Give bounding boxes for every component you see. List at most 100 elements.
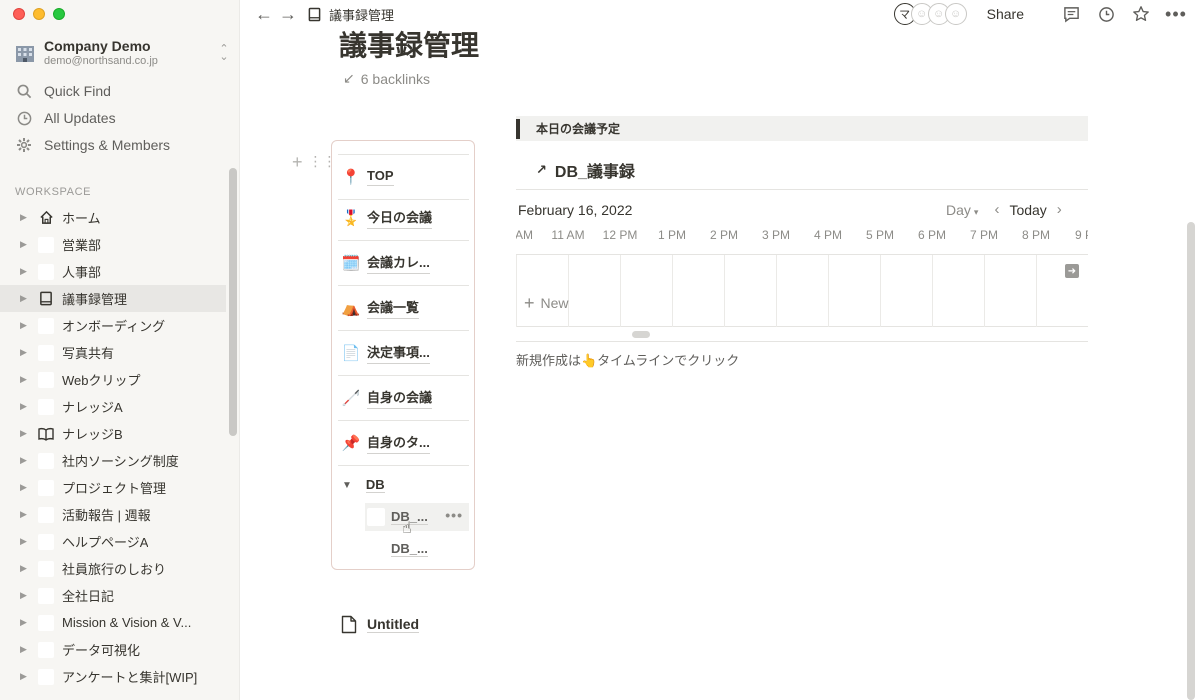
sidebar-item-dataviz[interactable]: ▶ データ可視化: [0, 636, 226, 663]
share-button[interactable]: Share: [987, 6, 1024, 22]
toc-subitem-db[interactable]: DB_... •••: [365, 503, 469, 531]
arrow-right-icon[interactable]: ➜: [1065, 264, 1079, 278]
blank-page-icon: [38, 560, 54, 577]
caret-right-icon[interactable]: ▶: [20, 536, 30, 547]
caret-down-icon[interactable]: ▼: [342, 480, 352, 491]
breadcrumb[interactable]: 議事録管理: [308, 5, 394, 24]
pin-icon: 📍: [341, 169, 361, 186]
chevron-right-icon[interactable]: ›: [1057, 201, 1062, 218]
minimize-window-button[interactable]: [33, 8, 45, 20]
maximize-window-button[interactable]: [53, 8, 65, 20]
page-title[interactable]: 議事録管理: [339, 24, 479, 64]
timeline-grid[interactable]: [516, 254, 1088, 327]
more-options-icon[interactable]: •••: [445, 508, 463, 522]
toc-item-meeting-calendar[interactable]: 🗓️ 会議カレ...: [338, 241, 469, 286]
toc-subitem-db[interactable]: DB_...: [365, 535, 469, 563]
database-title-label: DB_議事録: [554, 164, 635, 181]
arrow-up-right-icon: ↗: [536, 162, 547, 177]
callout-text: 本日の会議予定: [536, 122, 621, 136]
back-arrow-icon[interactable]: ←: [252, 4, 276, 25]
caret-right-icon[interactable]: ▶: [20, 617, 30, 628]
sidebar-item-home[interactable]: ▶ ホーム: [0, 204, 226, 231]
caret-right-icon[interactable]: ▶: [20, 482, 30, 493]
sidebar-item-sales[interactable]: ▶ 営業部: [0, 231, 226, 258]
today-button[interactable]: Today: [1009, 202, 1046, 218]
new-item-button[interactable]: + New: [524, 294, 569, 312]
toc-item-my-tasks[interactable]: 📌 自身のタ...: [338, 421, 469, 466]
database-title[interactable]: ↗ DB_議事録: [536, 158, 635, 182]
history-clock-icon[interactable]: [1096, 4, 1116, 24]
forward-arrow-icon[interactable]: →: [276, 4, 300, 25]
plus-icon[interactable]: +: [292, 152, 303, 173]
more-options-icon[interactable]: •••: [1165, 4, 1186, 24]
toc-item-my-meetings[interactable]: 🦯 自身の会議: [338, 376, 469, 421]
caret-right-icon[interactable]: ▶: [20, 266, 30, 277]
caret-right-icon[interactable]: ▶: [20, 671, 30, 682]
sidebar: Company Demo demo@northsand.co.jp ⌃ ⌄ Qui…: [0, 0, 240, 700]
toc-item-today-meeting[interactable]: 🎖️ 今日の会議: [338, 196, 469, 241]
caret-right-icon[interactable]: ▶: [20, 374, 30, 385]
sidebar-item-onboarding[interactable]: ▶ オンボーディング: [0, 312, 226, 339]
sidebar-item-survey[interactable]: ▶ アンケートと集計[WIP]: [0, 663, 226, 690]
document-icon: 📄: [341, 345, 361, 362]
sidebar-item-diary[interactable]: ▶ 全社日記: [0, 582, 226, 609]
sidebar-item-label: Webクリップ: [62, 373, 141, 388]
sidebar-item-help[interactable]: ▶ ヘルプページA: [0, 528, 226, 555]
caret-right-icon[interactable]: ▶: [20, 347, 30, 358]
sidebar-item-knowledge-b[interactable]: ▶ ナレッジB: [0, 420, 226, 447]
view-dropdown[interactable]: Day ▾: [946, 202, 978, 218]
caret-right-icon[interactable]: ▶: [20, 320, 30, 331]
sidebar-item-projects[interactable]: ▶ プロジェクト管理: [0, 474, 226, 501]
caret-right-icon[interactable]: ▶: [20, 644, 30, 655]
sidebar-item-label: ナレッジA: [62, 400, 123, 415]
sidebar-item-reports[interactable]: ▶ 活動報告 | 週報: [0, 501, 226, 528]
sidebar-item-webclip[interactable]: ▶ Webクリップ: [0, 366, 226, 393]
toc-item-label: DB: [365, 477, 385, 493]
caret-right-icon[interactable]: ▶: [20, 293, 30, 304]
comment-icon[interactable]: [1061, 4, 1081, 24]
close-window-button[interactable]: [13, 8, 25, 20]
caret-right-icon[interactable]: ▶: [20, 509, 30, 520]
untitled-page-link[interactable]: Untitled: [341, 615, 420, 634]
caret-right-icon[interactable]: ▶: [20, 563, 30, 574]
avatar[interactable]: ☺: [944, 3, 967, 25]
sidebar-scrollbar[interactable]: [229, 168, 237, 436]
caret-right-icon[interactable]: ▶: [20, 428, 30, 439]
blank-page-icon: [38, 236, 54, 253]
quick-find-button[interactable]: Quick Find: [14, 78, 230, 104]
caret-right-icon[interactable]: ▶: [20, 590, 30, 601]
divider: [516, 189, 1088, 190]
chevron-left-icon[interactable]: ‹: [994, 201, 999, 218]
book-icon: [38, 291, 54, 307]
caret-right-icon[interactable]: ▶: [20, 401, 30, 412]
chevron-down-icon: ▾: [973, 206, 979, 217]
sidebar-item-minutes[interactable]: ▶ 議事録管理: [0, 285, 226, 312]
sidebar-item-mission[interactable]: ▶ Mission & Vision & V...: [0, 609, 226, 636]
callout-heading[interactable]: 本日の会議予定: [516, 116, 1088, 141]
settings-members-button[interactable]: Settings & Members: [14, 132, 230, 158]
caret-right-icon[interactable]: ▶: [20, 212, 30, 223]
toc-item-decisions[interactable]: 📄 決定事項...: [338, 331, 469, 376]
all-updates-button[interactable]: All Updates: [14, 105, 230, 131]
caret-right-icon[interactable]: ▶: [20, 455, 30, 466]
sidebar-item-trip[interactable]: ▶ 社員旅行のしおり: [0, 555, 226, 582]
timeline-scrollbar[interactable]: [632, 331, 650, 338]
grid-line: [828, 255, 829, 327]
toc-item-label: 自身の会議: [367, 387, 433, 409]
block-gutter: + ⋮⋮: [292, 152, 337, 173]
collaborator-avatars[interactable]: マ ☺ ☺ ☺: [893, 3, 967, 25]
star-icon[interactable]: [1131, 4, 1151, 24]
sidebar-item-hr[interactable]: ▶ 人事部: [0, 258, 226, 285]
toc-item-meeting-list[interactable]: ⛺ 会議一覧: [338, 286, 469, 331]
divider: [516, 341, 1088, 342]
sidebar-item-knowledge-a[interactable]: ▶ ナレッジA: [0, 393, 226, 420]
toc-item-db[interactable]: ▼ DB: [342, 477, 385, 493]
sidebar-item-photos[interactable]: ▶ 写真共有: [0, 339, 226, 366]
backlinks-button[interactable]: ↙ 6 backlinks: [343, 70, 430, 87]
blank-page-icon: [367, 508, 385, 526]
page-scrollbar[interactable]: [1187, 222, 1195, 700]
toc-item-top[interactable]: 📍 TOP: [338, 155, 469, 200]
sidebar-item-sourcing[interactable]: ▶ 社内ソーシング制度: [0, 447, 226, 474]
caret-right-icon[interactable]: ▶: [20, 239, 30, 250]
workspace-switcher[interactable]: Company Demo demo@northsand.co.jp ⌃ ⌄: [14, 36, 230, 70]
